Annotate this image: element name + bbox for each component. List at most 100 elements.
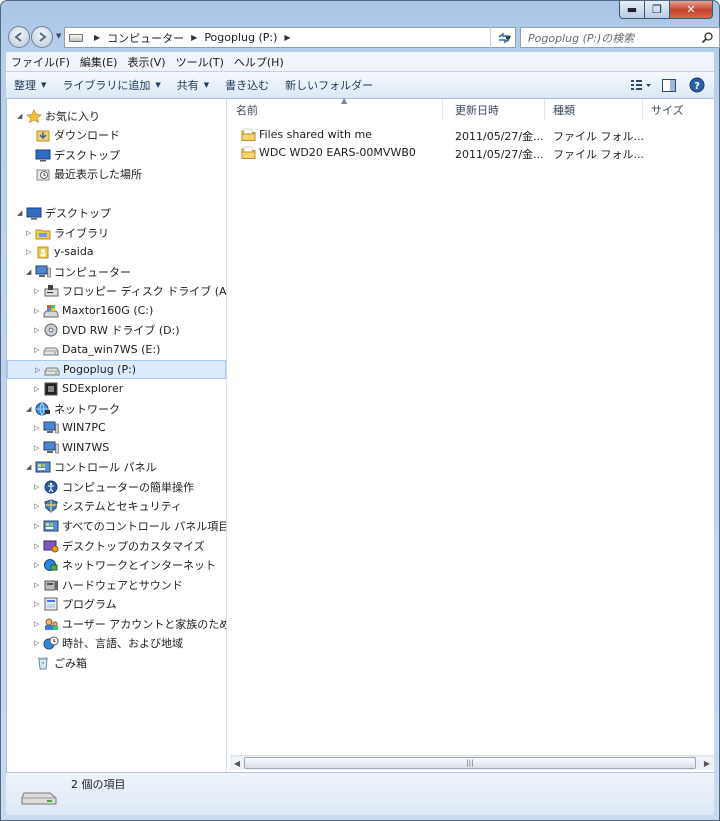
collapsed-arrow-icon[interactable]: ▷ <box>34 326 43 334</box>
tree-item[interactable]: ▷ 時計、言語、および地域 <box>7 633 183 652</box>
menu-view[interactable]: 表示(V) <box>122 54 170 70</box>
tree-item[interactable]: ▷ Maxtor160G (C:) <box>7 301 153 320</box>
collapsed-arrow-icon[interactable]: ▷ <box>34 483 43 491</box>
collapsed-arrow-icon[interactable]: ▷ <box>34 639 43 647</box>
breadcrumb-computer[interactable]: コンピューター <box>107 30 184 46</box>
tree-item[interactable]: ▷ デスクトップのカスタマイズ <box>7 536 205 555</box>
new-folder-button[interactable]: 新しいフォルダー <box>277 77 381 93</box>
breadcrumb-separator-icon[interactable]: ▶ <box>191 33 197 42</box>
file-list: 名前 ▲ 更新日時 種類 サイズ Files shared with me 201… <box>228 96 715 772</box>
menu-tools[interactable]: ツール(T) <box>171 54 229 70</box>
tree-item[interactable]: ◢ お気に入り <box>7 106 100 125</box>
chevron-down-icon: ▼ <box>41 81 47 89</box>
collapsed-arrow-icon[interactable]: ▷ <box>34 620 43 628</box>
tree-item-label: ユーザー アカウントと家族のための安 <box>62 617 226 631</box>
search-input[interactable]: Pogoplug (P:)の検索 <box>520 27 720 48</box>
minimize-button[interactable]: ▬ <box>619 1 645 19</box>
tree-item[interactable]: デスクトップ <box>7 145 120 164</box>
scroll-thumb[interactable]: ||| <box>244 757 696 769</box>
recent-pages-dropdown[interactable]: ▼ <box>56 32 61 40</box>
collapsed-arrow-icon[interactable]: ▷ <box>34 561 43 569</box>
expanded-arrow-icon[interactable]: ◢ <box>26 463 35 471</box>
tree-item[interactable]: ▷ フロッピー ディスク ドライブ (A:) <box>7 281 226 300</box>
back-button[interactable] <box>8 26 30 48</box>
tree-item[interactable]: ▷ WIN7PC <box>7 418 106 437</box>
burn-button[interactable]: 書き込む <box>217 77 277 93</box>
column-header-modified[interactable]: 更新日時 <box>447 99 545 121</box>
breadcrumb-separator-icon[interactable]: ▶ <box>284 33 290 42</box>
tree-item[interactable]: ◢ コントロール パネル <box>7 457 157 476</box>
search-icon[interactable] <box>701 31 714 44</box>
close-button[interactable]: ✕ <box>670 1 713 19</box>
collapsed-arrow-icon[interactable]: ▷ <box>34 307 43 315</box>
scroll-left-icon[interactable]: ◀ <box>230 757 244 770</box>
details-pane: 2 個の項目 <box>6 772 714 815</box>
file-row[interactable]: WDC WD20 EARS-00MVWB0 2011/05/27/金... ファイル… <box>228 144 715 162</box>
tree-item[interactable]: ▷ y-saida <box>7 242 94 261</box>
tree-item[interactable]: ▷ ネットワークとインターネット <box>7 555 216 574</box>
help-button[interactable]: ? <box>686 76 708 94</box>
maximize-button[interactable]: ❐ <box>645 1 670 19</box>
collapsed-arrow-icon[interactable]: ▷ <box>34 444 43 452</box>
collapsed-arrow-icon[interactable]: ▷ <box>26 248 35 256</box>
column-header-size[interactable]: サイズ <box>643 99 715 121</box>
collapsed-arrow-icon[interactable]: ▷ <box>35 366 44 374</box>
expanded-arrow-icon[interactable]: ◢ <box>26 268 35 276</box>
collapsed-arrow-icon[interactable]: ▷ <box>34 502 43 510</box>
personalization-icon <box>43 539 59 553</box>
tree-item[interactable]: ダウンロード <box>7 125 120 144</box>
expanded-arrow-icon[interactable]: ◢ <box>17 112 26 120</box>
collapsed-arrow-icon[interactable]: ▷ <box>34 424 43 432</box>
tree-item[interactable]: ◢ ネットワーク <box>7 399 120 418</box>
change-view-button[interactable] <box>630 76 652 94</box>
tree-item[interactable]: ▷ DVD RW ドライブ (D:) <box>7 320 180 339</box>
tree-item[interactable]: ▷ WIN7WS <box>7 438 109 457</box>
tree-item[interactable]: ごみ箱 <box>7 653 87 672</box>
tree-item[interactable]: ▷ システムとセキュリティ <box>7 496 182 515</box>
collapsed-arrow-icon[interactable]: ▷ <box>34 346 43 354</box>
scroll-right-icon[interactable]: ▶ <box>700 757 714 770</box>
preview-pane-button[interactable] <box>658 76 680 94</box>
menu-file[interactable]: ファイル(F) <box>6 54 75 70</box>
tree-item[interactable]: ▷ ハードウェアとサウンド <box>7 575 183 594</box>
collapsed-arrow-icon[interactable]: ▷ <box>34 287 43 295</box>
refresh-button[interactable] <box>490 27 516 48</box>
breadcrumb-pogoplug[interactable]: Pogoplug (P:) <box>204 31 277 44</box>
tree-item[interactable]: ▷ ユーザー アカウントと家族のための安 <box>7 614 226 633</box>
address-bar[interactable]: ▶ コンピューター ▶ Pogoplug (P:) ▶ ▼ <box>64 27 516 48</box>
drive-icon <box>69 33 83 42</box>
collapsed-arrow-icon[interactable]: ▷ <box>34 385 43 393</box>
tree-item[interactable]: ◢ コンピューター <box>7 262 131 281</box>
tree-item[interactable]: ▷ Data_win7WS (E:) <box>7 340 160 359</box>
help-icon: ? <box>689 77 705 93</box>
tree-item[interactable]: ▷ すべてのコントロール パネル項目 <box>7 516 226 535</box>
tree-item-label: お気に入り <box>45 109 100 123</box>
menu-help[interactable]: ヘルプ(H) <box>229 54 289 70</box>
tree-item-label: デスクトップのカスタマイズ <box>62 539 205 553</box>
organize-button[interactable]: 整理 ▼ <box>6 77 54 93</box>
tree-item[interactable]: ◢ デスクトップ <box>7 203 111 222</box>
collapsed-arrow-icon[interactable]: ▷ <box>34 542 43 550</box>
collapsed-arrow-icon[interactable]: ▷ <box>26 229 35 237</box>
tree-item[interactable]: ▷ Pogoplug (P:) <box>7 360 226 379</box>
tree-item[interactable]: ▷ ライブラリ <box>7 223 109 242</box>
collapsed-arrow-icon[interactable]: ▷ <box>34 600 43 608</box>
expanded-arrow-icon[interactable]: ◢ <box>26 405 35 413</box>
add-to-library-button[interactable]: ライブラリに追加 ▼ <box>54 77 168 93</box>
horizontal-scrollbar[interactable]: ◀ ||| ▶ <box>230 755 714 770</box>
breadcrumb-separator-icon[interactable]: ▶ <box>94 33 100 42</box>
collapsed-arrow-icon[interactable]: ▷ <box>34 522 43 530</box>
tree-item[interactable]: 最近表示した場所 <box>7 164 142 183</box>
menu-edit[interactable]: 編集(E) <box>75 54 123 70</box>
tree-item[interactable]: ▷ SDExplorer <box>7 379 123 398</box>
file-row[interactable]: Files shared with me 2011/05/27/金... ファイル … <box>228 126 715 144</box>
tree-item[interactable]: ▷ コンピューターの簡単操作 <box>7 477 194 496</box>
column-header-type[interactable]: 種類 <box>545 99 643 121</box>
forward-button[interactable] <box>31 26 53 48</box>
expanded-arrow-icon[interactable]: ◢ <box>17 209 26 217</box>
collapsed-arrow-icon[interactable]: ▷ <box>34 581 43 589</box>
tree-item-label: Data_win7WS (E:) <box>62 343 161 356</box>
share-button[interactable]: 共有 ▼ <box>169 77 217 93</box>
column-header-name[interactable]: 名前 ▲ <box>228 96 443 121</box>
tree-item[interactable]: ▷ プログラム <box>7 594 117 613</box>
